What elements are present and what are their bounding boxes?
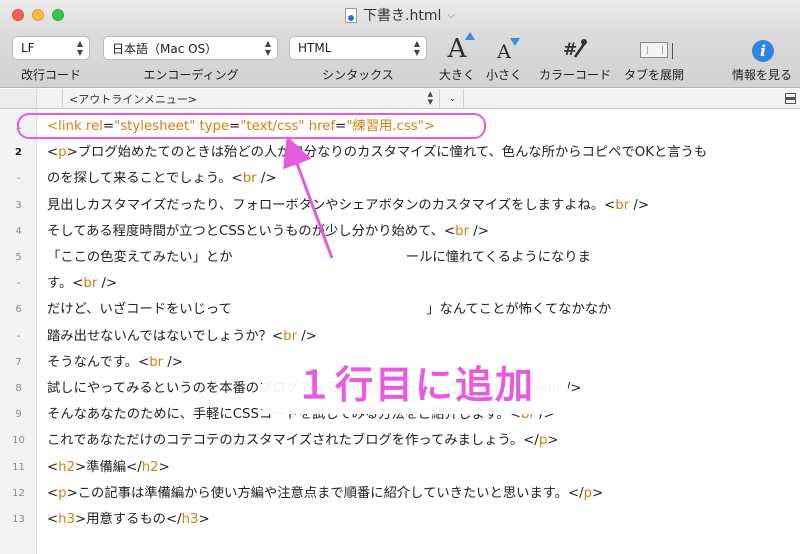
color-code-label: カラーコード xyxy=(538,68,611,82)
font-smaller-icon: A xyxy=(497,38,520,62)
outline-menu[interactable]: <アウトラインメニュー> ▲ ▼ xyxy=(62,89,440,108)
encoding-label: エンコーディング xyxy=(143,68,239,82)
split-view-icon[interactable] xyxy=(785,93,796,104)
smaller-font-button[interactable]: A xyxy=(484,34,524,62)
chevron-down-icon[interactable]: ⌄ xyxy=(442,89,464,108)
updown-icon: ▲ ▼ xyxy=(264,39,271,57)
updown-icon: ▲ ▼ xyxy=(413,39,420,57)
title-bar: 下書き.html ⌵ xyxy=(0,0,800,30)
expand-tabs-label: タブを展開 xyxy=(623,68,684,82)
bigger-label: 大きく xyxy=(438,68,475,82)
encoding-popup[interactable]: 日本語（Mac OS） ▲ ▼ xyxy=(103,36,278,60)
text-editor[interactable]: 1 <link rel="stylesheet" type="text/css" … xyxy=(0,110,800,554)
close-button[interactable] xyxy=(12,9,24,21)
html-document-icon xyxy=(345,7,358,23)
line-ending-popup[interactable]: LF ▲ ▼ xyxy=(12,36,90,60)
smaller-label: 小さく xyxy=(485,68,522,82)
annotation-arrow xyxy=(283,135,334,259)
info-icon: i xyxy=(752,40,774,62)
syntax-label: シンタックス xyxy=(322,68,394,82)
info-button[interactable]: i xyxy=(748,34,778,62)
gutter-header xyxy=(0,89,37,108)
color-code-button[interactable]: # xyxy=(555,34,595,62)
expand-tabs-button[interactable] xyxy=(634,34,674,62)
window-title-text: 下書き.html xyxy=(363,8,442,24)
syntax-popup[interactable]: HTML ▲ ▼ xyxy=(289,36,427,60)
minimize-button[interactable] xyxy=(32,9,44,21)
zoom-button[interactable] xyxy=(52,9,64,21)
color-picker-icon: # xyxy=(555,34,595,62)
navigation-bar: <アウトラインメニュー> ▲ ▼ ⌄ xyxy=(0,89,800,109)
annotation-label: １行目に追加 xyxy=(262,348,568,414)
info-label: 情報を見る xyxy=(731,68,792,82)
window-title[interactable]: 下書き.html ⌵ xyxy=(345,5,455,25)
outline-menu-value: <アウトラインメニュー> xyxy=(69,92,198,106)
chevron-down-icon: ⌵ xyxy=(447,9,455,21)
syntax-value: HTML xyxy=(298,41,332,55)
font-bigger-icon: A xyxy=(448,32,476,62)
toolbar: LF ▲ ▼ 改行コード 日本語（Mac OS） ▲ ▼ エンコーディング HTML… xyxy=(0,30,800,88)
line-ending-value: LF xyxy=(21,41,35,55)
line-ending-label: 改行コード xyxy=(20,68,81,82)
expand-tabs-icon xyxy=(640,42,673,59)
updown-icon: ▲ ▼ xyxy=(427,90,433,106)
updown-icon: ▲ ▼ xyxy=(76,39,83,57)
bigger-font-button[interactable]: A xyxy=(437,32,477,62)
encoding-value: 日本語（Mac OS） xyxy=(112,41,218,56)
window-controls xyxy=(12,9,64,21)
